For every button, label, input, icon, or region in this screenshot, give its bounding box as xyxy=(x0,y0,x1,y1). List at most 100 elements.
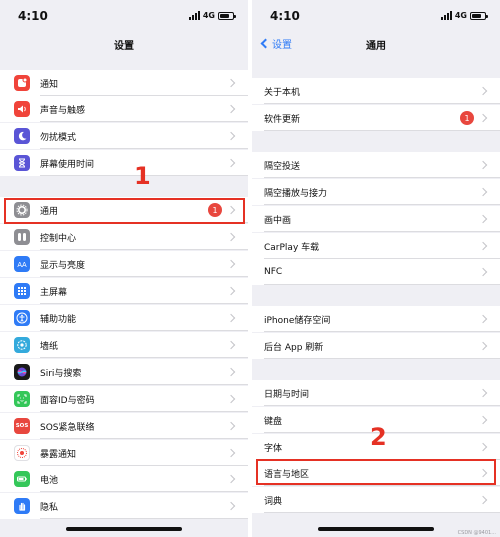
general-row-2[interactable]: 软件更新 1 xyxy=(252,105,500,131)
chevron-right-icon xyxy=(478,267,488,277)
network-label: 4G xyxy=(202,11,215,20)
general-row-label: CarPlay 车载 xyxy=(264,242,320,253)
settings-row-label: 主屏幕 xyxy=(40,287,68,298)
home-indicator[interactable] xyxy=(318,527,434,531)
chevron-right-icon xyxy=(478,241,488,251)
sos-icon-text: SOS xyxy=(15,423,29,429)
moon-icon xyxy=(14,128,30,144)
chevron-right-icon xyxy=(226,367,236,377)
settings-row-label: SOS紧急联络 xyxy=(40,422,95,433)
status-bar: 4:10 4G xyxy=(252,0,500,30)
settings-row-14[interactable]: 暴露通知 xyxy=(0,440,248,466)
settings-row-label: 显示与亮度 xyxy=(40,260,86,271)
chevron-right-icon xyxy=(226,205,236,215)
settings-row-5[interactable]: 通用 1 xyxy=(0,197,248,223)
settings-row-11[interactable]: Siri与搜索 xyxy=(0,359,248,385)
general-row-5[interactable]: 画中画 xyxy=(252,206,500,232)
signal-icon xyxy=(440,11,452,20)
chevron-right-icon xyxy=(226,158,236,168)
network-label: 4G xyxy=(454,11,467,20)
chevron-right-icon xyxy=(226,313,236,323)
siri-icon xyxy=(14,364,30,380)
general-row-label: 日期与时间 xyxy=(264,389,310,400)
settings-row-label: 通知 xyxy=(40,79,59,90)
chevron-right-icon xyxy=(226,286,236,296)
settings-row-label: 隐私 xyxy=(40,502,59,513)
settings-row-3[interactable]: 勿扰模式 xyxy=(0,123,248,149)
settings-row-7[interactable]: AA 显示与亮度 xyxy=(0,251,248,277)
home-indicator[interactable] xyxy=(66,527,182,531)
status-time: 4:10 xyxy=(270,9,300,23)
battery-icon xyxy=(218,11,236,20)
status-bar: 4:10 4G xyxy=(0,0,248,30)
settings-row-label: 面容ID与密码 xyxy=(40,395,95,406)
svg-text:AA: AA xyxy=(17,262,27,269)
general-row-1[interactable]: 关于本机 xyxy=(252,78,500,104)
general-row-3[interactable]: 隔空投送 xyxy=(252,152,500,178)
chevron-right-icon xyxy=(226,259,236,269)
general-row-label: 软件更新 xyxy=(264,114,301,125)
settings-row-2[interactable]: 声音与触感 xyxy=(0,96,248,122)
chevron-right-icon xyxy=(478,468,488,478)
control-center-icon xyxy=(14,229,30,245)
chevron-right-icon xyxy=(226,78,236,88)
display-icon: AA xyxy=(14,256,30,272)
general-row-13[interactable]: 语言与地区 xyxy=(252,460,500,486)
gear-icon xyxy=(14,202,30,218)
settings-row-label: 通用 xyxy=(40,206,59,217)
general-row-label: 画中画 xyxy=(264,215,292,226)
general-row-8[interactable]: iPhone储存空间 xyxy=(252,306,500,332)
settings-row-12[interactable]: 面容ID与密码 xyxy=(0,386,248,412)
chevron-right-icon xyxy=(478,86,488,96)
general-row-7[interactable]: NFC xyxy=(252,259,500,285)
general-row-label: 词典 xyxy=(264,496,283,507)
chevron-right-icon xyxy=(226,232,236,242)
settings-row-13[interactable]: SOS SOS紧急联络 xyxy=(0,413,248,439)
general-row-14[interactable]: 词典 xyxy=(252,487,500,513)
battery-icon xyxy=(470,11,488,20)
exposure-icon xyxy=(14,445,30,461)
chevron-right-icon xyxy=(478,388,488,398)
chevron-right-icon xyxy=(478,160,488,170)
general-row-9[interactable]: 后台 App 刷新 xyxy=(252,333,500,359)
nav-bar: 设置 通用 xyxy=(252,30,500,60)
watermark: CSDN @9401... xyxy=(457,530,496,536)
general-row-6[interactable]: CarPlay 车载 xyxy=(252,233,500,259)
chevron-right-icon xyxy=(226,448,236,458)
nav-bar: 设置 xyxy=(0,30,248,60)
settings-row-label: 辅助功能 xyxy=(40,314,77,325)
chevron-right-icon xyxy=(478,113,488,123)
page-title: 通用 xyxy=(366,41,386,52)
settings-row-9[interactable]: 辅助功能 xyxy=(0,305,248,331)
settings-row-1[interactable]: 通知 xyxy=(0,70,248,96)
settings-row-16[interactable]: 隐私 xyxy=(0,493,248,519)
general-screen: 4:10 4G 设置 通用 关于本机软件更新 1 隔空投送 隔空播放与接力画中画 Car… xyxy=(252,0,500,537)
chevron-right-icon xyxy=(478,442,488,452)
general-row-label: 语言与地区 xyxy=(264,469,310,480)
general-row-label: 后台 App 刷新 xyxy=(264,342,324,353)
settings-row-8[interactable]: 主屏幕 xyxy=(0,278,248,304)
general-row-label: 键盘 xyxy=(264,416,283,427)
sound-icon xyxy=(14,101,30,117)
chevron-right-icon xyxy=(478,214,488,224)
page-title: 设置 xyxy=(114,41,134,52)
chevron-right-icon xyxy=(478,495,488,505)
settings-row-label: 屏幕使用时间 xyxy=(40,159,95,170)
settings-row-label: 声音与触感 xyxy=(40,105,86,116)
settings-row-6[interactable]: 控制中心 xyxy=(0,224,248,250)
signal-icon xyxy=(188,11,200,20)
chevron-right-icon xyxy=(478,415,488,425)
settings-row-10[interactable]: 墙纸 xyxy=(0,332,248,358)
settings-row-15[interactable]: 电池 xyxy=(0,466,248,492)
general-row-label: iPhone储存空间 xyxy=(264,315,331,326)
accessibility-icon xyxy=(14,310,30,326)
settings-row-4[interactable]: 屏幕使用时间 xyxy=(0,150,248,176)
general-row-label: 关于本机 xyxy=(264,87,301,98)
general-row-4[interactable]: 隔空播放与接力 xyxy=(252,179,500,205)
home-screen-icon xyxy=(14,283,30,299)
general-row-10[interactable]: 日期与时间 xyxy=(252,380,500,406)
general-row-label: NFC xyxy=(264,267,283,277)
battery-setting-icon xyxy=(14,471,30,487)
settings-row-label: Siri与搜索 xyxy=(40,368,82,379)
chevron-right-icon xyxy=(226,104,236,114)
